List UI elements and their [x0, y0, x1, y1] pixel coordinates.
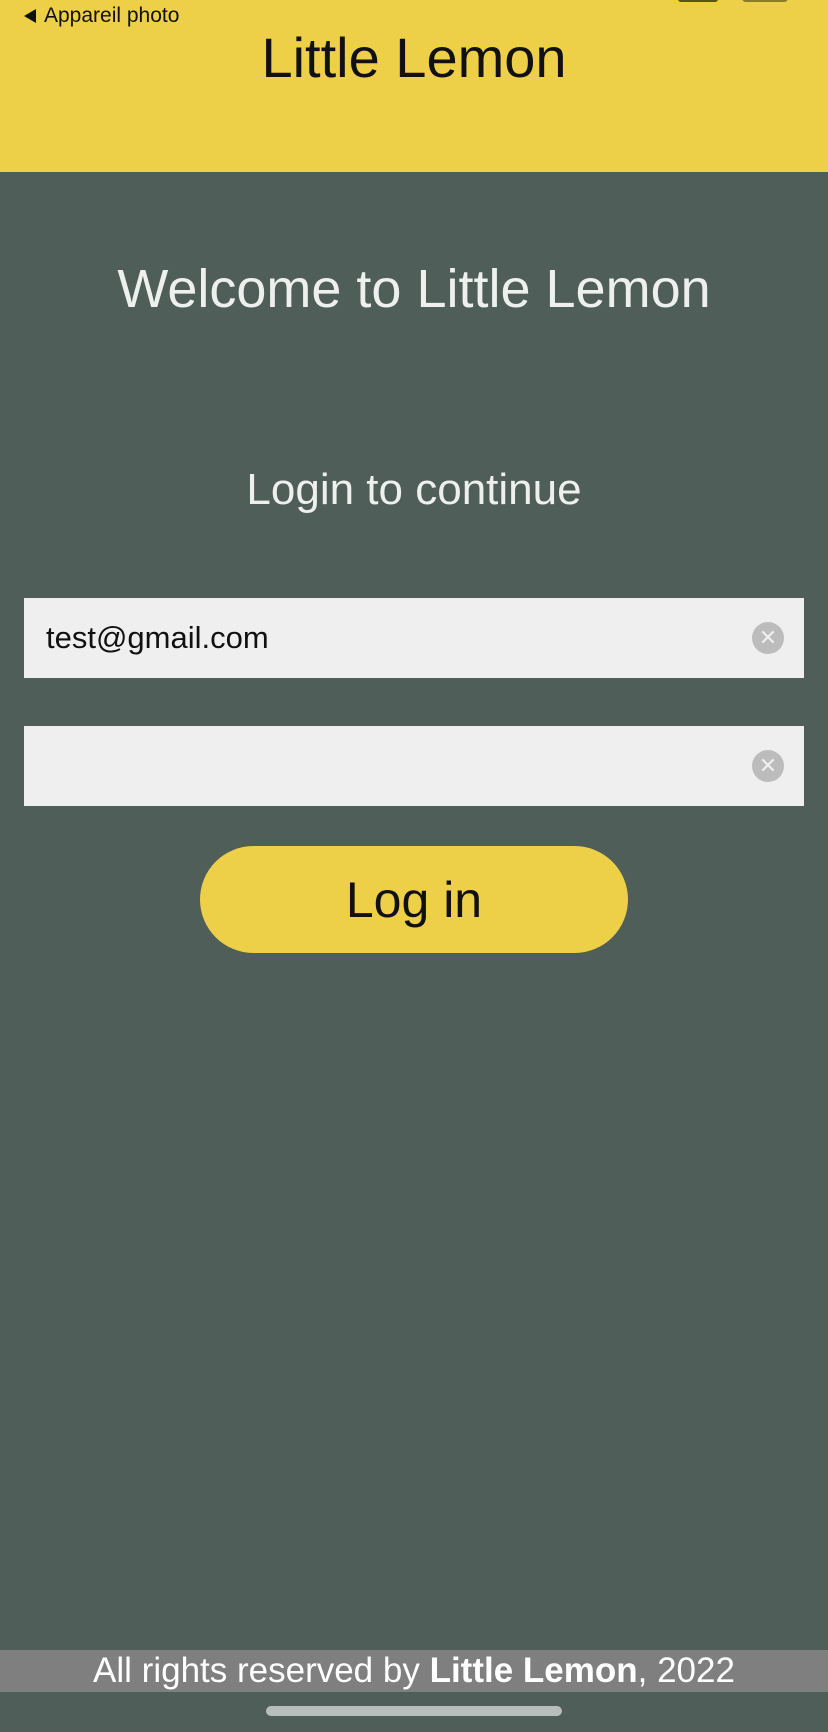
footer-suffix: , 2022	[637, 1651, 735, 1690]
password-field[interactable]: ✕	[24, 726, 804, 806]
footer-brand: Little Lemon	[429, 1651, 638, 1690]
home-indicator[interactable]	[266, 1706, 562, 1716]
email-field[interactable]: test@gmail.com ✕	[24, 598, 804, 678]
footer-prefix: All rights reserved by	[93, 1651, 430, 1690]
login-button-label: Log in	[345, 871, 483, 928]
email-field-value: test@gmail.com	[46, 620, 269, 655]
clear-email-icon[interactable]: ✕	[752, 622, 784, 654]
welcome-heading: Welcome to Little Lemon	[117, 259, 711, 319]
clear-password-icon[interactable]: ✕	[752, 750, 784, 782]
back-arrow-icon	[24, 9, 36, 23]
battery-icon	[742, 0, 788, 2]
app-title: Little Lemon	[261, 26, 567, 89]
footer: All rights reserved by Little Lemon, 202…	[0, 1650, 828, 1692]
status-signal-icon	[678, 0, 718, 2]
login-button[interactable]: Log in	[200, 846, 628, 953]
login-subtitle: Login to continue	[246, 465, 582, 514]
app-header: Appareil photo Little Lemon	[0, 0, 828, 172]
